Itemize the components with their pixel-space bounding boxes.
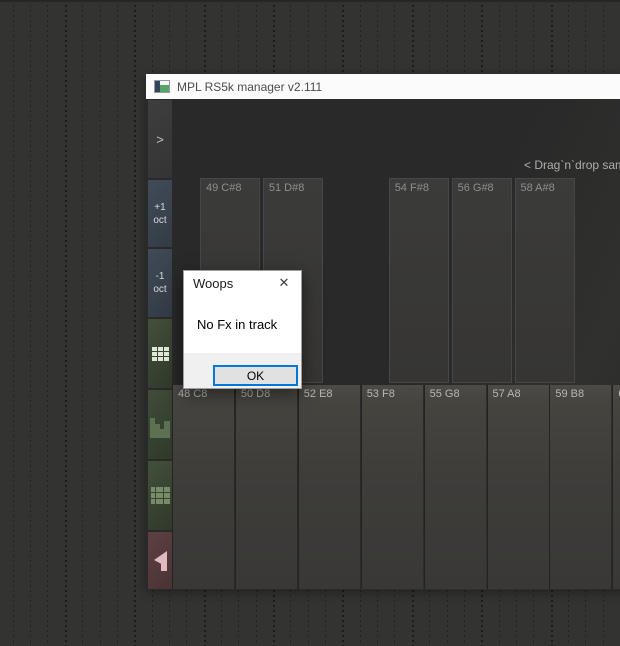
grid-line [82, 0, 84, 646]
steps-icon [150, 417, 170, 438]
grid-line [116, 0, 118, 646]
white-key[interactable]: 55 G8 [423, 385, 486, 589]
levels-view-button[interactable] [148, 390, 172, 459]
black-key[interactable]: 54 F#8 [388, 178, 449, 383]
white-key[interactable]: 57 A8 [486, 385, 549, 589]
grid-line [12, 0, 14, 646]
white-key[interactable]: 48 C8 [172, 385, 234, 589]
dialog-titlebar[interactable]: Woops ✕ [184, 271, 301, 297]
ok-button[interactable]: OK [213, 365, 298, 386]
white-key[interactable]: 60 C9 [612, 385, 620, 589]
expand-button[interactable]: > [148, 100, 172, 178]
white-key[interactable]: 52 E8 [297, 385, 360, 589]
white-key-label: 57 A8 [492, 388, 521, 400]
white-key-label: 60 C9 [613, 385, 620, 400]
octave-up-label2: oct [153, 214, 167, 226]
white-key-label: 53 F8 [366, 388, 395, 400]
black-key-label: 49 C#8 [206, 182, 242, 194]
white-key-label: 55 G8 [429, 388, 460, 400]
app-icon [154, 80, 170, 93]
white-key[interactable]: 50 D8 [234, 385, 297, 589]
dialog-message: No Fx in track [197, 317, 278, 332]
screen: MPL RS5k manager v2.111 > +1 oct -1 oct [0, 0, 620, 646]
window-titlebar[interactable]: MPL RS5k manager v2.111 [146, 74, 620, 99]
grid-line [99, 0, 101, 646]
white-key[interactable]: 53 F8 [360, 385, 423, 589]
octave-up-button[interactable]: +1 oct [148, 180, 172, 247]
pad-grid-view-button[interactable] [148, 319, 172, 388]
black-key-label: 58 A#8 [520, 182, 555, 194]
window-title: MPL RS5k manager v2.111 [177, 79, 323, 94]
white-key-label: 52 E8 [303, 388, 333, 400]
list-view-button[interactable] [148, 461, 172, 530]
audio-output-button[interactable] [148, 532, 172, 589]
grid-icon [151, 346, 169, 361]
rows-icon [150, 487, 170, 504]
octave-down-label2: oct [153, 284, 167, 295]
black-key-label: 56 G#8 [457, 182, 494, 194]
close-icon[interactable]: ✕ [275, 274, 293, 292]
background-top-edge [0, 0, 620, 2]
grid-line [47, 0, 49, 646]
octave-down-button[interactable]: -1 oct [148, 249, 172, 317]
octave-up-label: +1 [154, 201, 166, 213]
grid-line [134, 0, 137, 646]
woops-dialog: Woops ✕ No Fx in track OK [183, 270, 302, 389]
white-key-label: 59 B8 [555, 388, 585, 400]
black-key-label: 54 F#8 [394, 182, 429, 194]
dialog-title: Woops [193, 276, 234, 291]
grid-line [30, 0, 32, 646]
black-key[interactable]: 58 A#8 [514, 178, 575, 383]
black-key-label: 51 D#8 [268, 182, 305, 194]
expand-label: > [156, 131, 164, 147]
white-key[interactable]: 59 B8 [549, 385, 612, 589]
speaker-icon [154, 550, 167, 571]
dragdrop-hint: < Drag`n`drop samples [524, 158, 620, 172]
grid-line [64, 0, 67, 646]
black-key[interactable]: 56 G#8 [451, 178, 512, 383]
octave-down-label: -1 [155, 271, 165, 282]
